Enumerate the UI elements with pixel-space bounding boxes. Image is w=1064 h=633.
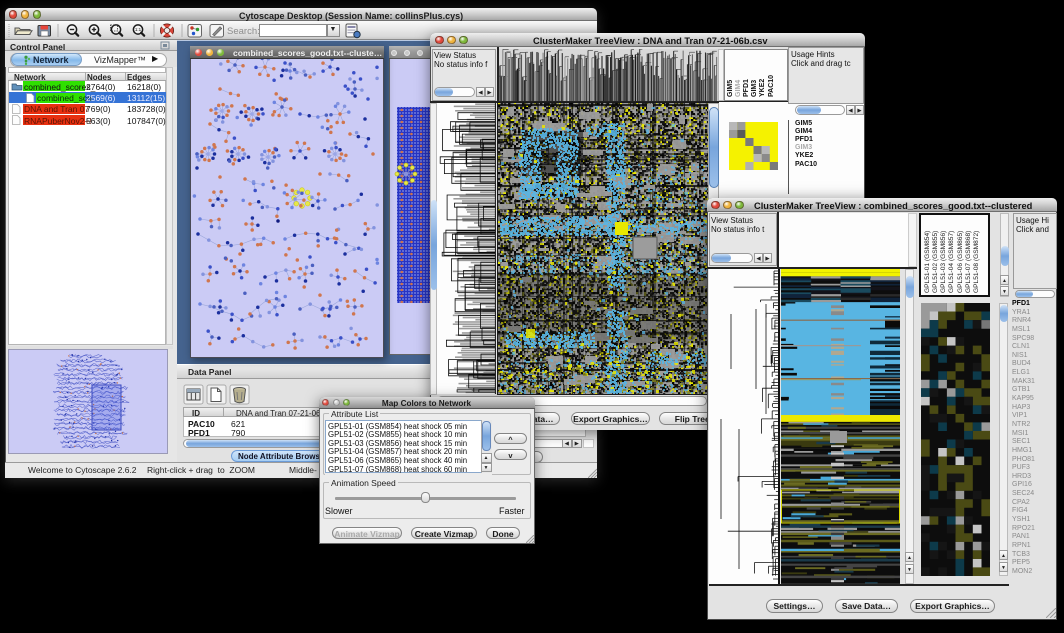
svg-text:1:1: 1:1 [135,27,142,32]
